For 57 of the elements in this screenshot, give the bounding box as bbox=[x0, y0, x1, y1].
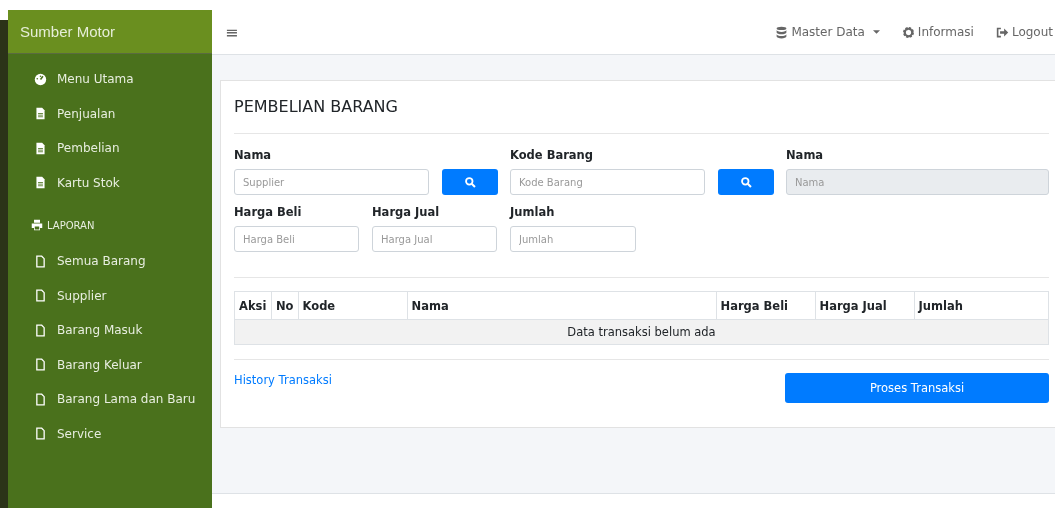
document-icon bbox=[34, 427, 47, 441]
nav-link[interactable]: Master Data bbox=[775, 25, 880, 39]
page-title: PEMBELIAN BARANG bbox=[234, 81, 1049, 134]
document-icon bbox=[34, 289, 47, 303]
section-header: LAPORAN bbox=[47, 219, 95, 231]
field-label: Kode Barang bbox=[510, 148, 595, 162]
sidebar-item[interactable]: Semua Barang bbox=[34, 244, 204, 279]
search-icon bbox=[463, 175, 477, 189]
input-field[interactable]: Supplier bbox=[234, 169, 429, 195]
input-field[interactable]: Jumlah bbox=[510, 226, 636, 252]
settings-icon bbox=[901, 25, 915, 39]
sidebar-item[interactable]: Supplier bbox=[34, 278, 204, 313]
sidebar-item[interactable]: Kartu Stok bbox=[34, 165, 204, 200]
menu-icon[interactable]: ≡ bbox=[225, 22, 239, 42]
column-header: Aksi bbox=[234, 291, 272, 320]
document-icon bbox=[34, 358, 47, 372]
column-header: Harga Beli bbox=[716, 291, 816, 320]
logout-icon bbox=[995, 25, 1009, 39]
search-button[interactable] bbox=[442, 169, 498, 195]
document-icon bbox=[34, 254, 47, 268]
sidebar-item[interactable]: Penjualan bbox=[34, 96, 204, 131]
sidebar-item[interactable]: Pembelian bbox=[34, 131, 204, 166]
sidebar-item[interactable]: Barang Masuk bbox=[34, 313, 204, 348]
process-button[interactable]: Proses Transaksi bbox=[785, 373, 1049, 403]
printer-icon bbox=[31, 219, 43, 231]
column-header: Jumlah bbox=[914, 291, 1049, 320]
field-label: Nama bbox=[786, 148, 825, 162]
document-icon bbox=[34, 323, 47, 337]
column-header: Nama bbox=[407, 291, 717, 320]
input-field[interactable]: Harga Beli bbox=[234, 226, 359, 252]
document-icon bbox=[34, 176, 47, 190]
search-button[interactable] bbox=[718, 169, 774, 195]
column-header: Harga Jual bbox=[815, 291, 915, 320]
sidebar-item[interactable]: Barang Keluar bbox=[34, 347, 204, 382]
sidebar-item[interactable]: Menu Utama bbox=[34, 62, 204, 97]
brand-title[interactable]: Sumber Motor bbox=[8, 10, 212, 54]
input-field[interactable]: Harga Jual bbox=[372, 226, 497, 252]
column-header: No bbox=[271, 291, 299, 320]
history-link[interactable]: History Transaksi bbox=[234, 373, 332, 387]
document-icon bbox=[34, 141, 47, 155]
empty-message: Data transaksi belum ada bbox=[234, 319, 1049, 345]
column-header: Kode bbox=[298, 291, 408, 320]
document-icon bbox=[34, 107, 47, 121]
document-icon bbox=[34, 392, 47, 406]
sidebar-item[interactable]: Service bbox=[34, 416, 204, 451]
search-icon bbox=[739, 175, 753, 189]
field-label: Harga Jual bbox=[372, 205, 441, 219]
nav-link[interactable]: Logout bbox=[995, 25, 1053, 39]
caret-icon bbox=[872, 30, 880, 34]
field-label: Harga Beli bbox=[234, 205, 303, 219]
field-label: Jumlah bbox=[510, 205, 556, 219]
gauge-icon bbox=[34, 72, 47, 86]
sidebar-item[interactable]: Barang Lama dan Baru bbox=[34, 382, 204, 417]
database-icon bbox=[775, 25, 789, 39]
input-field[interactable]: Kode Barang bbox=[510, 169, 705, 195]
nav-link[interactable]: Informasi bbox=[901, 25, 974, 39]
field-label: Nama bbox=[234, 148, 273, 162]
